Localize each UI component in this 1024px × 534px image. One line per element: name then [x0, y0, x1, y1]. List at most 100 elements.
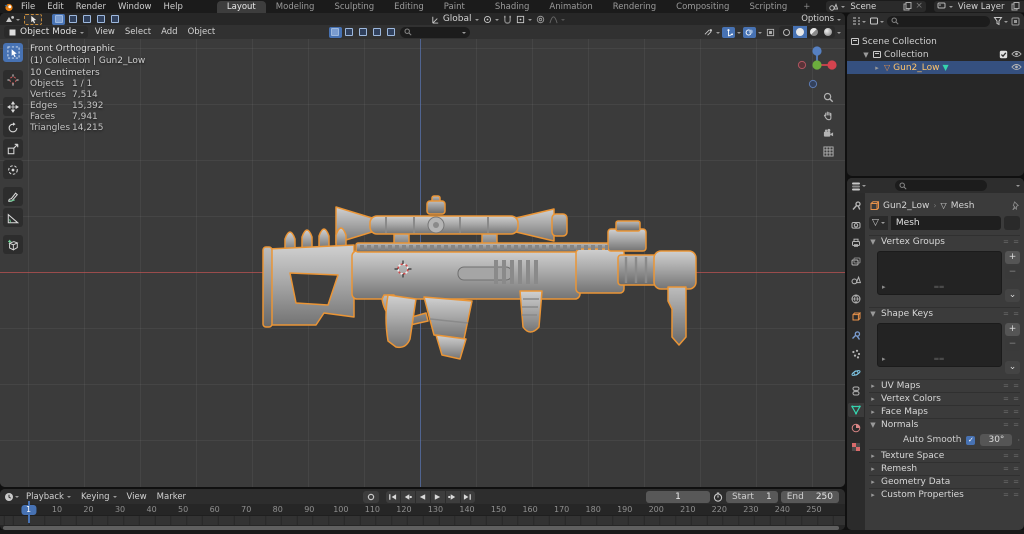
- tab-compositing[interactable]: Compositing: [666, 1, 739, 13]
- viewport-menu-add[interactable]: Add: [156, 27, 182, 37]
- tab-sculpting[interactable]: Sculpting: [324, 1, 384, 13]
- editor-type-button[interactable]: [4, 14, 20, 25]
- panel-header-vertex-colors[interactable]: ▸Vertex Colors= =: [869, 392, 1020, 405]
- add-workspace-button[interactable]: +: [797, 1, 816, 13]
- mode-dropdown[interactable]: Object Mode: [4, 26, 88, 38]
- mesh-filter-icon[interactable]: [329, 27, 342, 38]
- texture-properties-tab[interactable]: [848, 440, 864, 454]
- panel-header-geometry-data[interactable]: ▸Geometry Data= =: [869, 475, 1020, 488]
- panel-header-remesh[interactable]: ▸Remesh= =: [869, 462, 1020, 475]
- annotate-tool-button[interactable]: [3, 187, 23, 206]
- physics-properties-tab[interactable]: [848, 366, 864, 380]
- viewport-menu-select[interactable]: Select: [120, 27, 156, 37]
- list-filter-arrow-icon[interactable]: ▸: [882, 355, 886, 363]
- shading-rendered-button[interactable]: [821, 26, 835, 38]
- panel-header-normals[interactable]: ▼Normals= =: [869, 418, 1020, 431]
- end-frame-field[interactable]: 250: [810, 491, 839, 503]
- constraints-properties-tab[interactable]: [848, 384, 864, 398]
- active-tool-button[interactable]: [24, 14, 42, 25]
- timeline-ruler[interactable]: 1 10203040506070809010011012013014015016…: [0, 504, 845, 516]
- animate-property-dot-icon[interactable]: ·: [1017, 436, 1020, 445]
- pan-button[interactable]: [820, 107, 836, 123]
- empty-filter-icon[interactable]: [385, 27, 398, 38]
- tab-texture-paint[interactable]: Texture Paint: [434, 0, 485, 13]
- breadcrumb-object[interactable]: Gun2_Low: [883, 201, 929, 211]
- rotate-tool-button[interactable]: [3, 118, 23, 137]
- specials-menu-button[interactable]: ⌄: [1005, 361, 1020, 374]
- jump-to-end-button[interactable]: [461, 491, 475, 503]
- camera-view-button[interactable]: [820, 125, 836, 141]
- options-dropdown[interactable]: Options: [801, 14, 841, 24]
- jump-to-start-button[interactable]: [386, 491, 400, 503]
- tool-properties-tab[interactable]: [848, 199, 864, 213]
- output-properties-tab[interactable]: [848, 236, 864, 250]
- transform-tool-button[interactable]: [3, 160, 23, 179]
- menu-file[interactable]: File: [15, 2, 41, 12]
- gun-model[interactable]: [258, 191, 698, 363]
- exclude-checkbox-icon[interactable]: [999, 50, 1008, 59]
- world-properties-tab[interactable]: [848, 292, 864, 306]
- timeline-menu-playback[interactable]: Playback: [21, 492, 76, 502]
- shading-solid-button[interactable]: [793, 26, 807, 38]
- auto-keyframe-toggle[interactable]: [363, 491, 379, 503]
- panel-header-vertex-groups[interactable]: ▼Vertex Groups= =: [869, 235, 1020, 248]
- panel-header-shape-keys[interactable]: ▼Shape Keys= =: [869, 307, 1020, 320]
- view-layer-properties-tab[interactable]: [848, 255, 864, 269]
- transform-orientation-dropdown[interactable]: Global: [431, 14, 479, 24]
- expand-arrow-icon[interactable]: ▼: [862, 51, 870, 59]
- outliner-row-scene-collection[interactable]: Scene Collection: [847, 35, 1024, 48]
- navigation-gizmo[interactable]: [795, 43, 839, 91]
- add-item-button[interactable]: +: [1005, 251, 1020, 264]
- select-subtract-icon[interactable]: [80, 14, 93, 25]
- viewport-search-input[interactable]: [400, 27, 470, 38]
- unlink-scene-icon[interactable]: ×: [915, 2, 923, 11]
- render-properties-tab[interactable]: [848, 218, 864, 232]
- select-extend-icon[interactable]: [66, 14, 79, 25]
- toggle-orthographic-button[interactable]: [820, 143, 836, 159]
- camera-filter-icon[interactable]: [371, 27, 384, 38]
- outliner-options-button[interactable]: [1011, 17, 1020, 26]
- outliner-sync-dropdown[interactable]: [869, 16, 884, 26]
- remove-item-button[interactable]: −: [1005, 266, 1020, 279]
- current-frame-field[interactable]: 1: [646, 491, 710, 503]
- tab-shading[interactable]: Shading: [485, 1, 540, 13]
- tab-animation[interactable]: Animation: [539, 1, 602, 13]
- play-reverse-button[interactable]: [416, 491, 430, 503]
- cursor-tool-button[interactable]: [3, 70, 23, 89]
- light-filter-icon[interactable]: [357, 27, 370, 38]
- hide-eye-icon[interactable]: [1011, 50, 1020, 59]
- timeline-tracks[interactable]: [0, 516, 845, 525]
- tab-modeling[interactable]: Modeling: [266, 1, 325, 13]
- shading-wireframe-button[interactable]: [779, 26, 793, 38]
- pin-icon[interactable]: [1011, 201, 1020, 210]
- play-button[interactable]: [431, 491, 445, 503]
- select-intersect-icon[interactable]: [108, 14, 121, 25]
- breadcrumb-data[interactable]: Mesh: [951, 201, 975, 211]
- pivot-point-dropdown[interactable]: [483, 15, 499, 24]
- scene-selector[interactable]: Scene ×: [826, 1, 926, 12]
- jump-to-prev-keyframe-button[interactable]: [401, 491, 415, 503]
- shading-material-button[interactable]: [807, 26, 821, 38]
- proportional-falloff-dropdown[interactable]: [549, 15, 565, 24]
- select-box-tool-button[interactable]: [3, 43, 23, 62]
- shape-keys-list[interactable]: ▸══: [877, 323, 1002, 367]
- mesh-name-field[interactable]: Mesh: [891, 216, 1001, 230]
- outliner-row-gun2-low[interactable]: ▸▽Gun2_Low▼: [847, 61, 1024, 74]
- select-invert-icon[interactable]: [94, 14, 107, 25]
- measure-tool-button[interactable]: [3, 208, 23, 227]
- modifiers-properties-tab[interactable]: [848, 329, 864, 343]
- new-view-layer-icon[interactable]: [1011, 2, 1020, 11]
- snap-toggle[interactable]: [503, 15, 512, 24]
- list-filter-arrow-icon[interactable]: ▸: [882, 283, 886, 291]
- stopwatch-icon[interactable]: [713, 492, 723, 502]
- remove-item-button[interactable]: −: [1005, 338, 1020, 351]
- properties-search-input[interactable]: [895, 180, 987, 191]
- tab-scripting[interactable]: Scripting: [739, 1, 797, 13]
- timeline-menu-marker[interactable]: Marker: [152, 492, 191, 502]
- show-overlays-toggle[interactable]: [743, 27, 756, 38]
- timeline-menu-view[interactable]: View: [122, 492, 152, 502]
- start-frame-field[interactable]: 1: [760, 491, 778, 503]
- specials-menu-button[interactable]: ⌄: [1005, 289, 1020, 302]
- new-scene-icon[interactable]: [903, 2, 912, 11]
- tab-layout[interactable]: Layout: [217, 1, 266, 13]
